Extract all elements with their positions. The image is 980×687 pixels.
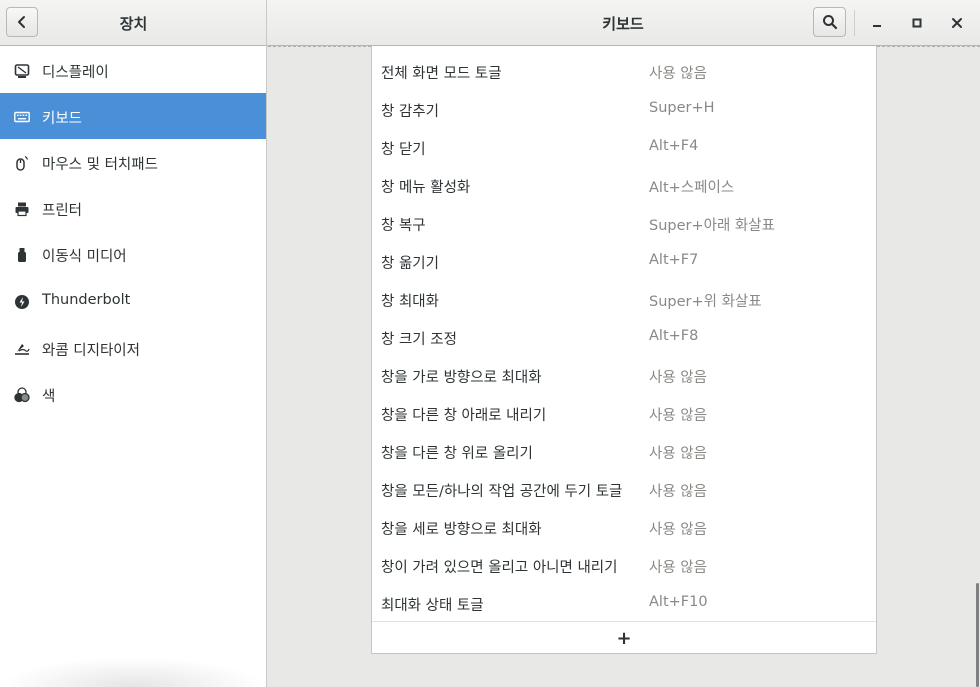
shortcut-row[interactable]: 창이 가려 있으면 올리고 아니면 내리기 사용 않음 bbox=[372, 545, 876, 583]
shortcut-row[interactable]: 창을 세로 방향으로 최대화 사용 않음 bbox=[372, 507, 876, 545]
shortcut-name: 창 크기 조정 bbox=[381, 332, 457, 348]
mouse-icon bbox=[13, 154, 30, 171]
sidebar-bottom-shadow bbox=[0, 657, 266, 687]
shortcut-key: 사용 않음 bbox=[649, 522, 707, 538]
sidebar-item-printer[interactable]: 프린터 bbox=[0, 185, 266, 231]
shortcut-row[interactable]: 창을 다른 창 위로 올리기 사용 않음 bbox=[372, 431, 876, 469]
sidebar-item-label: 키보드 bbox=[42, 111, 83, 127]
header-separator bbox=[854, 10, 855, 36]
maximize-button[interactable] bbox=[905, 11, 929, 35]
maximize-icon bbox=[912, 18, 922, 28]
shortcut-key: 사용 않음 bbox=[649, 484, 707, 500]
sidebar-item-color[interactable]: 색 bbox=[0, 371, 266, 417]
search-icon bbox=[822, 15, 837, 30]
shortcut-key: Super+H bbox=[649, 100, 715, 116]
shortcut-name: 창을 다른 창 아래로 내리기 bbox=[381, 408, 547, 424]
shortcut-key: Super+위 화살표 bbox=[649, 294, 762, 310]
plus-icon: + bbox=[616, 627, 632, 649]
shortcut-row[interactable]: 창 복구 Super+아래 화살표 bbox=[372, 203, 876, 241]
shortcut-list: 전체 화면 모드 토글 사용 않음 창 감추기 Super+H 창 닫기 Alt… bbox=[371, 46, 877, 654]
shortcut-row[interactable]: 창을 가로 방향으로 최대화 사용 않음 bbox=[372, 355, 876, 393]
shortcut-key: 사용 않음 bbox=[649, 370, 707, 386]
shortcut-name: 창 최대화 bbox=[381, 294, 439, 310]
sidebar: 디스플레이 키보드 마우스 및 터치패드 프린터 이동식 미디어 Thunder… bbox=[0, 46, 267, 687]
printer-icon bbox=[13, 200, 30, 217]
thunderbolt-icon bbox=[13, 293, 30, 310]
close-button[interactable] bbox=[945, 11, 969, 35]
sidebar-title: 장치 bbox=[119, 15, 148, 33]
search-button[interactable] bbox=[813, 7, 846, 37]
shortcut-name: 전체 화면 모드 토글 bbox=[381, 66, 502, 82]
sidebar-item-thunderbolt[interactable]: Thunderbolt bbox=[0, 278, 266, 324]
shortcut-row[interactable]: 창 최대화 Super+위 화살표 bbox=[372, 279, 876, 317]
shortcut-row[interactable]: 창 메뉴 활성화 Alt+스페이스 bbox=[372, 165, 876, 203]
shortcut-name: 창 메뉴 활성화 bbox=[381, 180, 471, 196]
shortcut-row[interactable]: 창 옮기기 Alt+F7 bbox=[372, 241, 876, 279]
shortcut-row[interactable]: 창 감추기 Super+H bbox=[372, 89, 876, 127]
shortcut-key: 사용 않음 bbox=[649, 408, 707, 424]
removable-media-icon bbox=[13, 246, 30, 263]
sidebar-item-display[interactable]: 디스플레이 bbox=[0, 47, 266, 93]
shortcut-row[interactable]: 창을 모든/하나의 작업 공간에 두기 토글 사용 않음 bbox=[372, 469, 876, 507]
color-icon bbox=[13, 386, 30, 403]
sidebar-item-keyboard[interactable]: 키보드 bbox=[0, 93, 266, 139]
sidebar-header: 장치 bbox=[0, 0, 267, 46]
shortcut-name: 창 옮기기 bbox=[381, 256, 439, 272]
close-icon bbox=[952, 18, 962, 28]
minimize-icon bbox=[873, 25, 881, 27]
shortcut-key: Alt+F8 bbox=[649, 328, 699, 344]
shortcut-name: 창이 가려 있으면 올리고 아니면 내리기 bbox=[381, 560, 618, 576]
sidebar-item-label: 디스플레이 bbox=[42, 65, 109, 81]
shortcut-key: Super+아래 화살표 bbox=[649, 218, 775, 234]
shortcut-name: 창을 다른 창 위로 올리기 bbox=[381, 446, 533, 462]
shortcut-key: 사용 않음 bbox=[649, 446, 707, 462]
sidebar-item-label: Thunderbolt bbox=[42, 292, 131, 308]
shortcut-key: Alt+F4 bbox=[649, 138, 699, 154]
display-icon bbox=[13, 62, 30, 79]
shortcut-name: 창을 가로 방향으로 최대화 bbox=[381, 370, 542, 386]
sidebar-item-label: 마우스 및 터치패드 bbox=[42, 157, 158, 173]
shortcut-row[interactable]: 창 크기 조정 Alt+F8 bbox=[372, 317, 876, 355]
shortcut-row[interactable]: 최대화 상태 토글 Alt+F10 bbox=[372, 583, 876, 621]
shortcut-key: 사용 않음 bbox=[649, 66, 707, 82]
shortcut-name: 창 감추기 bbox=[381, 104, 439, 120]
sidebar-item-wacom[interactable]: 와콤 디지타이저 bbox=[0, 325, 266, 371]
keyboard-shortcuts-panel: 전체 화면 모드 토글 사용 않음 창 감추기 Super+H 창 닫기 Alt… bbox=[268, 46, 980, 687]
shortcut-row[interactable]: 전체 화면 모드 토글 사용 않음 bbox=[372, 51, 876, 89]
shortcut-name: 최대화 상태 토글 bbox=[381, 598, 484, 614]
minimize-button[interactable] bbox=[865, 11, 889, 35]
shortcut-name: 창 닫기 bbox=[381, 142, 426, 158]
sidebar-item-removable-media[interactable]: 이동식 미디어 bbox=[0, 231, 266, 277]
shortcut-key: 사용 않음 bbox=[649, 560, 707, 576]
shortcut-row[interactable]: 창을 다른 창 아래로 내리기 사용 않음 bbox=[372, 393, 876, 431]
shortcut-key: Alt+F10 bbox=[649, 594, 708, 610]
header-bar: 장치 키보드 bbox=[0, 0, 980, 46]
keyboard-icon bbox=[13, 108, 30, 125]
shortcut-row[interactable]: 창 닫기 Alt+F4 bbox=[372, 127, 876, 165]
add-shortcut-button[interactable]: + bbox=[372, 621, 876, 654]
shortcut-name: 창 복구 bbox=[381, 218, 426, 234]
sidebar-item-label: 프린터 bbox=[42, 203, 83, 219]
scrollbar[interactable] bbox=[976, 583, 979, 687]
wacom-tablet-icon bbox=[13, 340, 30, 357]
sidebar-item-label: 와콤 디지타이저 bbox=[42, 343, 140, 359]
sidebar-item-label: 색 bbox=[42, 389, 56, 405]
shortcut-key: Alt+F7 bbox=[649, 252, 699, 268]
shortcut-key: Alt+스페이스 bbox=[649, 180, 735, 196]
shortcut-name: 창을 세로 방향으로 최대화 bbox=[381, 522, 542, 538]
sidebar-item-label: 이동식 미디어 bbox=[42, 249, 127, 265]
sidebar-item-mouse[interactable]: 마우스 및 터치패드 bbox=[0, 139, 266, 185]
shortcut-name: 창을 모든/하나의 작업 공간에 두기 토글 bbox=[381, 484, 623, 500]
